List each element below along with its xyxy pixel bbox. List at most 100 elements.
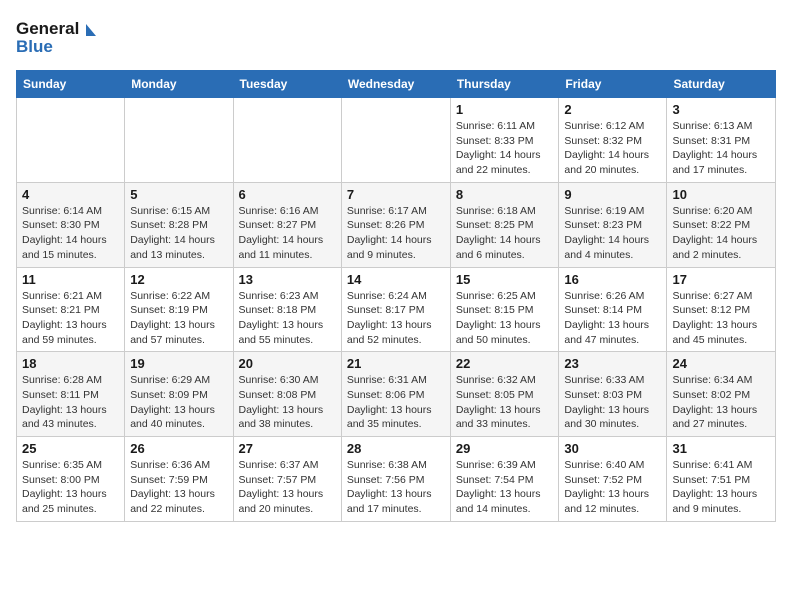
svg-text:General: General: [16, 19, 79, 38]
weekday-header: Sunday: [17, 71, 125, 98]
calendar-cell: 23Sunrise: 6:33 AMSunset: 8:03 PMDayligh…: [559, 352, 667, 437]
cell-day-number: 15: [456, 272, 554, 287]
calendar-cell: 26 Sunrise: 6:36 AMSunset: 7:59 PMDayligh…: [125, 437, 233, 522]
cell-info: Sunrise: 6:30 AMSunset: 8:08 PMDaylight:…: [239, 373, 336, 432]
cell-info: Sunrise: 6:26 AMSunset: 8:14 PMDaylight:…: [564, 289, 661, 348]
cell-info: Sunrise: 6:14 AMSunset: 8:30 PMDaylight:…: [22, 204, 119, 263]
calendar-cell: 7 Sunrise: 6:17 AMSunset: 8:26 PMDaylight…: [341, 182, 450, 267]
cell-info: Sunrise: 6:21 AMSunset: 8:21 PMDaylight:…: [22, 289, 119, 348]
calendar-cell: 6Sunrise: 6:16 AMSunset: 8:27 PMDaylight…: [233, 182, 341, 267]
cell-info: Sunrise: 6:37 AMSunset: 7:57 PMDaylight:…: [239, 458, 336, 517]
cell-info: Sunrise: 6:11 AMSunset: 8:33 PMDaylight:…: [456, 119, 554, 178]
cell-day-number: 28: [347, 441, 445, 456]
cell-info: Sunrise: 6:33 AMSunset: 8:03 PMDaylight:…: [564, 373, 661, 432]
cell-day-number: 5: [130, 187, 227, 202]
cell-info: Sunrise: 6:22 AMSunset: 8:19 PMDaylight:…: [130, 289, 227, 348]
page-header: General Blue: [16, 16, 776, 60]
cell-info: Sunrise: 6:40 AMSunset: 7:52 PMDaylight:…: [564, 458, 661, 517]
calendar-week-row: 25 Sunrise: 6:35 AMSunset: 8:00 PMDayligh…: [17, 437, 776, 522]
cell-day-number: 10: [672, 187, 770, 202]
cell-day-number: 30: [564, 441, 661, 456]
calendar-cell: 8 Sunrise: 6:18 AMSunset: 8:25 PMDaylight…: [450, 182, 559, 267]
calendar-cell: 2Sunrise: 6:12 AMSunset: 8:32 PMDaylight…: [559, 98, 667, 183]
calendar-cell: 5 Sunrise: 6:15 AMSunset: 8:28 PMDaylight…: [125, 182, 233, 267]
cell-info: Sunrise: 6:34 AMSunset: 8:02 PMDaylight:…: [672, 373, 770, 432]
weekday-header: Tuesday: [233, 71, 341, 98]
cell-info: Sunrise: 6:13 AMSunset: 8:31 PMDaylight:…: [672, 119, 770, 178]
cell-info: Sunrise: 6:25 AMSunset: 8:15 PMDaylight:…: [456, 289, 554, 348]
cell-info: Sunrise: 6:18 AMSunset: 8:25 PMDaylight:…: [456, 204, 554, 263]
cell-day-number: 6: [239, 187, 336, 202]
calendar-cell: 16 Sunrise: 6:26 AMSunset: 8:14 PMDayligh…: [559, 267, 667, 352]
cell-info: Sunrise: 6:39 AMSunset: 7:54 PMDaylight:…: [456, 458, 554, 517]
cell-day-number: 26: [130, 441, 227, 456]
cell-day-number: 20: [239, 356, 336, 371]
calendar-cell: [341, 98, 450, 183]
cell-info: Sunrise: 6:36 AMSunset: 7:59 PMDaylight:…: [130, 458, 227, 517]
calendar-cell: 15 Sunrise: 6:25 AMSunset: 8:15 PMDayligh…: [450, 267, 559, 352]
cell-day-number: 9: [564, 187, 661, 202]
calendar-cell: 3 Sunrise: 6:13 AMSunset: 8:31 PMDaylight…: [667, 98, 776, 183]
weekday-header: Thursday: [450, 71, 559, 98]
cell-info: Sunrise: 6:31 AMSunset: 8:06 PMDaylight:…: [347, 373, 445, 432]
cell-day-number: 31: [672, 441, 770, 456]
calendar-cell: 10 Sunrise: 6:20 AMSunset: 8:22 PMDayligh…: [667, 182, 776, 267]
calendar-cell: 21 Sunrise: 6:31 AMSunset: 8:06 PMDayligh…: [341, 352, 450, 437]
cell-day-number: 8: [456, 187, 554, 202]
calendar-cell: 14 Sunrise: 6:24 AMSunset: 8:17 PMDayligh…: [341, 267, 450, 352]
cell-day-number: 13: [239, 272, 336, 287]
logo-svg: General Blue: [16, 16, 96, 60]
cell-day-number: 22: [456, 356, 554, 371]
cell-day-number: 17: [672, 272, 770, 287]
cell-info: Sunrise: 6:35 AMSunset: 8:00 PMDaylight:…: [22, 458, 119, 517]
calendar-week-row: 4Sunrise: 6:14 AMSunset: 8:30 PMDaylight…: [17, 182, 776, 267]
calendar-week-row: 1 Sunrise: 6:11 AMSunset: 8:33 PMDaylight…: [17, 98, 776, 183]
cell-day-number: 25: [22, 441, 119, 456]
calendar-cell: 22 Sunrise: 6:32 AMSunset: 8:05 PMDayligh…: [450, 352, 559, 437]
calendar-cell: 29 Sunrise: 6:39 AMSunset: 7:54 PMDayligh…: [450, 437, 559, 522]
weekday-header: Friday: [559, 71, 667, 98]
weekday-header: Monday: [125, 71, 233, 98]
cell-day-number: 21: [347, 356, 445, 371]
cell-day-number: 16: [564, 272, 661, 287]
cell-day-number: 27: [239, 441, 336, 456]
cell-info: Sunrise: 6:24 AMSunset: 8:17 PMDaylight:…: [347, 289, 445, 348]
calendar-cell: 19Sunrise: 6:29 AMSunset: 8:09 PMDayligh…: [125, 352, 233, 437]
cell-info: Sunrise: 6:17 AMSunset: 8:26 PMDaylight:…: [347, 204, 445, 263]
cell-info: Sunrise: 6:38 AMSunset: 7:56 PMDaylight:…: [347, 458, 445, 517]
cell-day-number: 7: [347, 187, 445, 202]
cell-day-number: 3: [672, 102, 770, 117]
cell-day-number: 29: [456, 441, 554, 456]
cell-day-number: 12: [130, 272, 227, 287]
calendar-week-row: 11 Sunrise: 6:21 AMSunset: 8:21 PMDayligh…: [17, 267, 776, 352]
calendar-cell: 4Sunrise: 6:14 AMSunset: 8:30 PMDaylight…: [17, 182, 125, 267]
calendar-cell: 20 Sunrise: 6:30 AMSunset: 8:08 PMDayligh…: [233, 352, 341, 437]
cell-info: Sunrise: 6:28 AMSunset: 8:11 PMDaylight:…: [22, 373, 119, 432]
cell-day-number: 1: [456, 102, 554, 117]
calendar-cell: 13 Sunrise: 6:23 AMSunset: 8:18 PMDayligh…: [233, 267, 341, 352]
cell-info: Sunrise: 6:41 AMSunset: 7:51 PMDaylight:…: [672, 458, 770, 517]
calendar-cell: 24 Sunrise: 6:34 AMSunset: 8:02 PMDayligh…: [667, 352, 776, 437]
cell-day-number: 11: [22, 272, 119, 287]
cell-day-number: 19: [130, 356, 227, 371]
calendar-week-row: 18Sunrise: 6:28 AMSunset: 8:11 PMDayligh…: [17, 352, 776, 437]
cell-day-number: 14: [347, 272, 445, 287]
weekday-header: Wednesday: [341, 71, 450, 98]
cell-info: Sunrise: 6:15 AMSunset: 8:28 PMDaylight:…: [130, 204, 227, 263]
cell-info: Sunrise: 6:32 AMSunset: 8:05 PMDaylight:…: [456, 373, 554, 432]
calendar-cell: [233, 98, 341, 183]
calendar-cell: 12 Sunrise: 6:22 AMSunset: 8:19 PMDayligh…: [125, 267, 233, 352]
calendar-cell: 18Sunrise: 6:28 AMSunset: 8:11 PMDayligh…: [17, 352, 125, 437]
calendar-cell: 25 Sunrise: 6:35 AMSunset: 8:00 PMDayligh…: [17, 437, 125, 522]
calendar-cell: 1 Sunrise: 6:11 AMSunset: 8:33 PMDaylight…: [450, 98, 559, 183]
weekday-header: Saturday: [667, 71, 776, 98]
calendar-cell: 28 Sunrise: 6:38 AMSunset: 7:56 PMDayligh…: [341, 437, 450, 522]
calendar-cell: 27 Sunrise: 6:37 AMSunset: 7:57 PMDayligh…: [233, 437, 341, 522]
calendar-cell: 30 Sunrise: 6:40 AMSunset: 7:52 PMDayligh…: [559, 437, 667, 522]
calendar-cell: [17, 98, 125, 183]
calendar-cell: 31 Sunrise: 6:41 AMSunset: 7:51 PMDayligh…: [667, 437, 776, 522]
cell-info: Sunrise: 6:23 AMSunset: 8:18 PMDaylight:…: [239, 289, 336, 348]
cell-day-number: 24: [672, 356, 770, 371]
calendar-header-row: SundayMondayTuesdayWednesdayThursdayFrid…: [17, 71, 776, 98]
cell-info: Sunrise: 6:20 AMSunset: 8:22 PMDaylight:…: [672, 204, 770, 263]
